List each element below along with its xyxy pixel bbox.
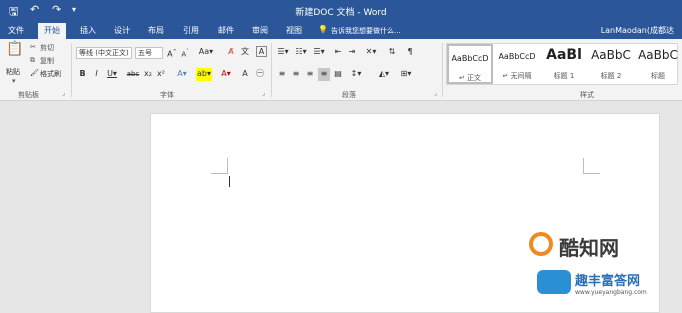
style-normal[interactable]: AaBbCcD ↵ 正文 — [447, 44, 493, 84]
style-heading-1[interactable]: AaBl 标题 1 — [541, 44, 587, 84]
align-left-icon[interactable]: ≡ — [276, 68, 288, 81]
ribbon: 📋 粘贴 ▾ ✂ 剪切 ⧉ 复制 🖌 格式刷 剪贴板 ⌟ 等线 (中文正文) 五… — [0, 39, 682, 101]
styles-group-label: 样式 — [580, 91, 594, 99]
borders-icon[interactable]: ⊞▾ — [398, 68, 414, 81]
italic-icon[interactable]: I — [92, 68, 101, 81]
styles-gallery: AaBbCcD ↵ 正文 AaBbCcD ↵ 无间隔 AaBl 标题 1 AaB… — [446, 43, 678, 85]
cut-icon[interactable]: ✂ — [30, 43, 36, 51]
font-group-label: 字体 — [160, 91, 174, 99]
tab-insert[interactable]: 插入 — [80, 25, 96, 36]
document-page[interactable]: 酷知网 趣丰富答网 www.yueyangbang.com — [150, 113, 660, 313]
watermark-text-2: 趣丰富答网 — [575, 274, 641, 289]
watermark-badge-icon — [537, 270, 571, 294]
tab-view[interactable]: 视图 — [286, 25, 302, 36]
font-launcher-icon[interactable]: ⌟ — [262, 90, 265, 97]
window-title: 新建DOC 文档 - Word — [295, 8, 387, 18]
separator — [271, 43, 272, 97]
user-account[interactable]: LanMaodan(成都达 — [601, 25, 674, 36]
clipboard-launcher-icon[interactable]: ⌟ — [62, 90, 65, 97]
bold-icon[interactable]: B — [78, 68, 87, 81]
tab-references[interactable]: 引用 — [183, 25, 199, 36]
change-case-icon[interactable]: Aa▾ — [198, 46, 214, 59]
char-shading-icon[interactable]: A — [240, 68, 250, 81]
tab-file[interactable]: 文件 — [8, 25, 24, 36]
char-border-icon[interactable]: A — [256, 46, 267, 57]
distributed-icon[interactable]: ▤ — [332, 68, 344, 81]
document-area: 酷知网 趣丰富答网 www.yueyangbang.com — [0, 101, 682, 313]
align-right-icon[interactable]: ≡ — [304, 68, 316, 81]
tab-mailings[interactable]: 邮件 — [218, 25, 234, 36]
clear-formatting-icon[interactable]: A̸ — [226, 46, 236, 59]
tell-me-box[interactable]: 告诉我您想要做什么... — [331, 26, 401, 36]
paste-button[interactable]: 粘贴 — [6, 67, 20, 77]
chinese-layout-icon[interactable]: ✕▾ — [364, 46, 378, 59]
tab-layout[interactable]: 布局 — [148, 25, 164, 36]
underline-icon[interactable]: U▾ — [105, 68, 119, 81]
increase-indent-icon[interactable]: ⇥ — [346, 46, 358, 59]
watermark-text: 酷知网 — [559, 236, 619, 260]
sort-icon[interactable]: ⇅ — [386, 46, 398, 59]
text-effects-icon[interactable]: A▾ — [175, 68, 189, 81]
tab-design[interactable]: 设计 — [114, 25, 130, 36]
phonetic-guide-icon[interactable]: 文 — [240, 46, 250, 59]
copy-icon[interactable]: ⧉ — [30, 56, 35, 65]
separator — [442, 43, 443, 97]
clipboard-group-label: 剪贴板 — [18, 91, 39, 99]
multilevel-list-icon[interactable]: ☰▾ — [312, 46, 326, 59]
cut-button[interactable]: 剪切 — [40, 43, 54, 53]
format-painter-button[interactable]: 格式刷 — [40, 69, 61, 79]
paste-dropdown-icon[interactable]: ▾ — [12, 77, 16, 85]
title-bar: 🖫 ↶ ↷ ▾ 新建DOC 文档 - Word — [0, 0, 682, 22]
style-no-spacing[interactable]: AaBbCcD ↵ 无间隔 — [494, 44, 540, 84]
numbering-icon[interactable]: ☷▾ — [294, 46, 308, 59]
paragraph-launcher-icon[interactable]: ⌟ — [434, 90, 437, 97]
shrink-font-icon[interactable]: Aˇ — [180, 46, 190, 59]
tab-home[interactable]: 开始 — [38, 23, 66, 39]
superscript-icon[interactable]: x² — [155, 68, 167, 81]
paste-icon[interactable]: 📋 — [6, 42, 24, 63]
copy-button[interactable]: 复制 — [40, 56, 54, 66]
decrease-indent-icon[interactable]: ⇤ — [332, 46, 344, 59]
watermark-logo-icon — [529, 232, 553, 256]
shading-icon[interactable]: ◭▾ — [376, 68, 392, 81]
enclose-char-icon[interactable]: ㊀ — [253, 68, 267, 81]
line-spacing-icon[interactable]: ↕▾ — [348, 68, 364, 81]
font-size-combo[interactable]: 五号 — [135, 47, 163, 59]
font-name-combo[interactable]: 等线 (中文正文) — [76, 47, 132, 59]
separator — [71, 43, 72, 97]
style-heading-2[interactable]: AaBbC 标题 2 — [588, 44, 634, 84]
ribbon-tabs: 文件 开始 插入 设计 布局 引用 邮件 审阅 视图 💡 告诉我您想要做什么..… — [0, 22, 682, 39]
font-color-icon[interactable]: A▾ — [219, 68, 233, 81]
grow-font-icon[interactable]: A^ — [167, 46, 177, 59]
margin-corner-mark — [211, 173, 227, 174]
strikethrough-icon[interactable]: abc — [126, 68, 140, 81]
paragraph-group-label: 段落 — [342, 91, 356, 99]
subscript-icon[interactable]: x₂ — [142, 68, 154, 81]
justify-icon[interactable]: ≡ — [318, 68, 330, 81]
tab-review[interactable]: 审阅 — [252, 25, 268, 36]
highlight-icon[interactable]: ab▾ — [196, 68, 212, 81]
show-marks-icon[interactable]: ¶ — [404, 46, 416, 59]
margin-corner-mark — [583, 158, 584, 174]
watermark-url: www.yueyangbang.com — [575, 289, 647, 296]
margin-corner-mark — [584, 173, 600, 174]
text-cursor — [229, 176, 230, 187]
lightbulb-icon: 💡 — [318, 25, 328, 34]
format-painter-icon[interactable]: 🖌 — [30, 69, 39, 77]
style-title[interactable]: AaBbC 标题 — [635, 44, 681, 84]
bullets-icon[interactable]: ☰▾ — [276, 46, 290, 59]
align-center-icon[interactable]: ≡ — [290, 68, 302, 81]
margin-corner-mark — [227, 158, 228, 174]
